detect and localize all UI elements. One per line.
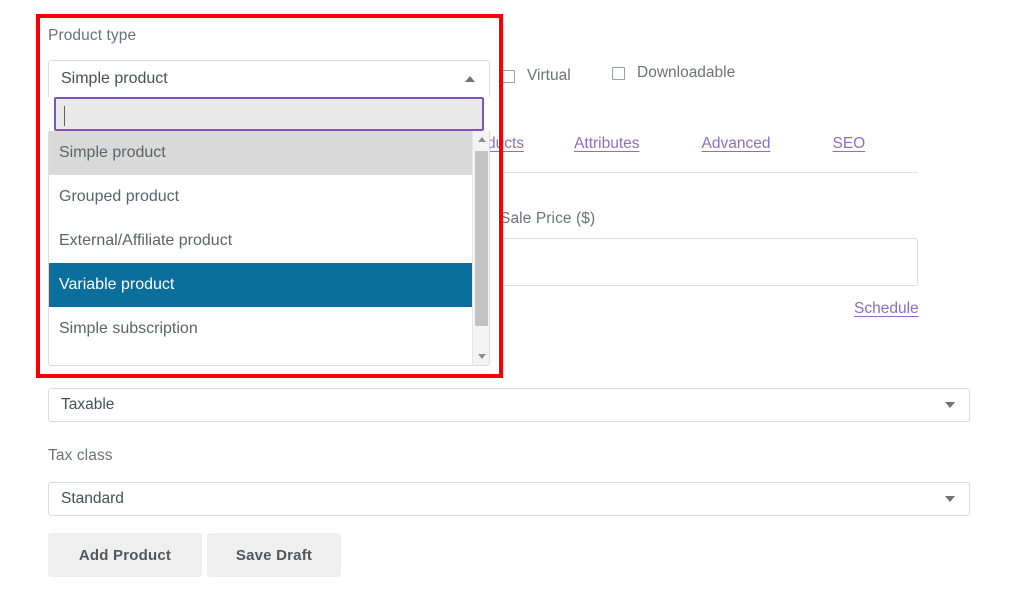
product-type-option[interactable]: Simple product <box>49 131 472 175</box>
product-data-tabs: ducts Attributes Advanced SEO <box>487 135 865 153</box>
virtual-checkbox-label: Virtual <box>527 67 571 85</box>
scroll-up-button[interactable] <box>473 131 490 148</box>
product-type-option[interactable]: Simple subscription <box>49 307 472 351</box>
product-type-search-field[interactable] <box>54 97 484 131</box>
product-type-combobox-head[interactable]: Simple product <box>48 60 490 97</box>
tax-class-label: Tax class <box>48 447 113 465</box>
schedule-link[interactable]: Schedule <box>854 300 919 318</box>
tab-attributes[interactable]: Attributes <box>574 135 639 153</box>
virtual-checkbox-row[interactable]: Virtual <box>502 67 571 85</box>
product-type-option[interactable]: External/Affiliate product <box>49 219 472 263</box>
option-list-inner: Simple productGrouped productExternal/Af… <box>49 131 472 351</box>
product-type-option[interactable]: Variable product <box>49 263 472 307</box>
virtual-checkbox[interactable] <box>502 70 515 83</box>
product-type-combobox[interactable]: Simple product Simple productGrouped pro… <box>48 60 490 366</box>
tax-class-value: Standard <box>49 490 945 508</box>
tab-linked-products[interactable]: ducts <box>487 135 524 153</box>
downloadable-checkbox-row[interactable]: Downloadable <box>612 64 735 82</box>
product-type-selected-value: Simple product <box>49 70 465 88</box>
downloadable-checkbox-label: Downloadable <box>637 64 735 82</box>
dropdown-scrollbar[interactable] <box>472 131 489 365</box>
tax-status-value: Taxable <box>49 396 945 414</box>
tab-seo[interactable]: SEO <box>833 135 866 153</box>
chevron-down-icon <box>945 496 955 502</box>
scroll-down-icon <box>478 354 486 359</box>
scroll-up-icon <box>478 137 486 142</box>
chevron-down-icon <box>945 402 955 408</box>
add-product-button[interactable]: Add Product <box>48 533 202 577</box>
sale-price-input[interactable] <box>500 238 918 286</box>
save-draft-button[interactable]: Save Draft <box>207 533 341 577</box>
product-type-option-list: Simple productGrouped productExternal/Af… <box>48 131 490 366</box>
product-type-label: Product type <box>48 27 136 45</box>
scroll-down-button[interactable] <box>473 348 490 365</box>
tax-class-select[interactable]: Standard <box>48 482 970 516</box>
downloadable-checkbox[interactable] <box>612 67 625 80</box>
tab-advanced[interactable]: Advanced <box>702 135 771 153</box>
sale-price-label: Sale Price ($) <box>500 210 595 228</box>
tabs-divider <box>500 172 918 173</box>
text-cursor-icon <box>64 106 65 126</box>
product-data-panel: Product type Virtual Downloadable ducts … <box>0 0 1024 615</box>
chevron-up-icon <box>465 76 475 82</box>
scrollbar-thumb[interactable] <box>475 151 488 326</box>
product-type-option[interactable]: Grouped product <box>49 175 472 219</box>
tax-status-select[interactable]: Taxable <box>48 388 970 422</box>
